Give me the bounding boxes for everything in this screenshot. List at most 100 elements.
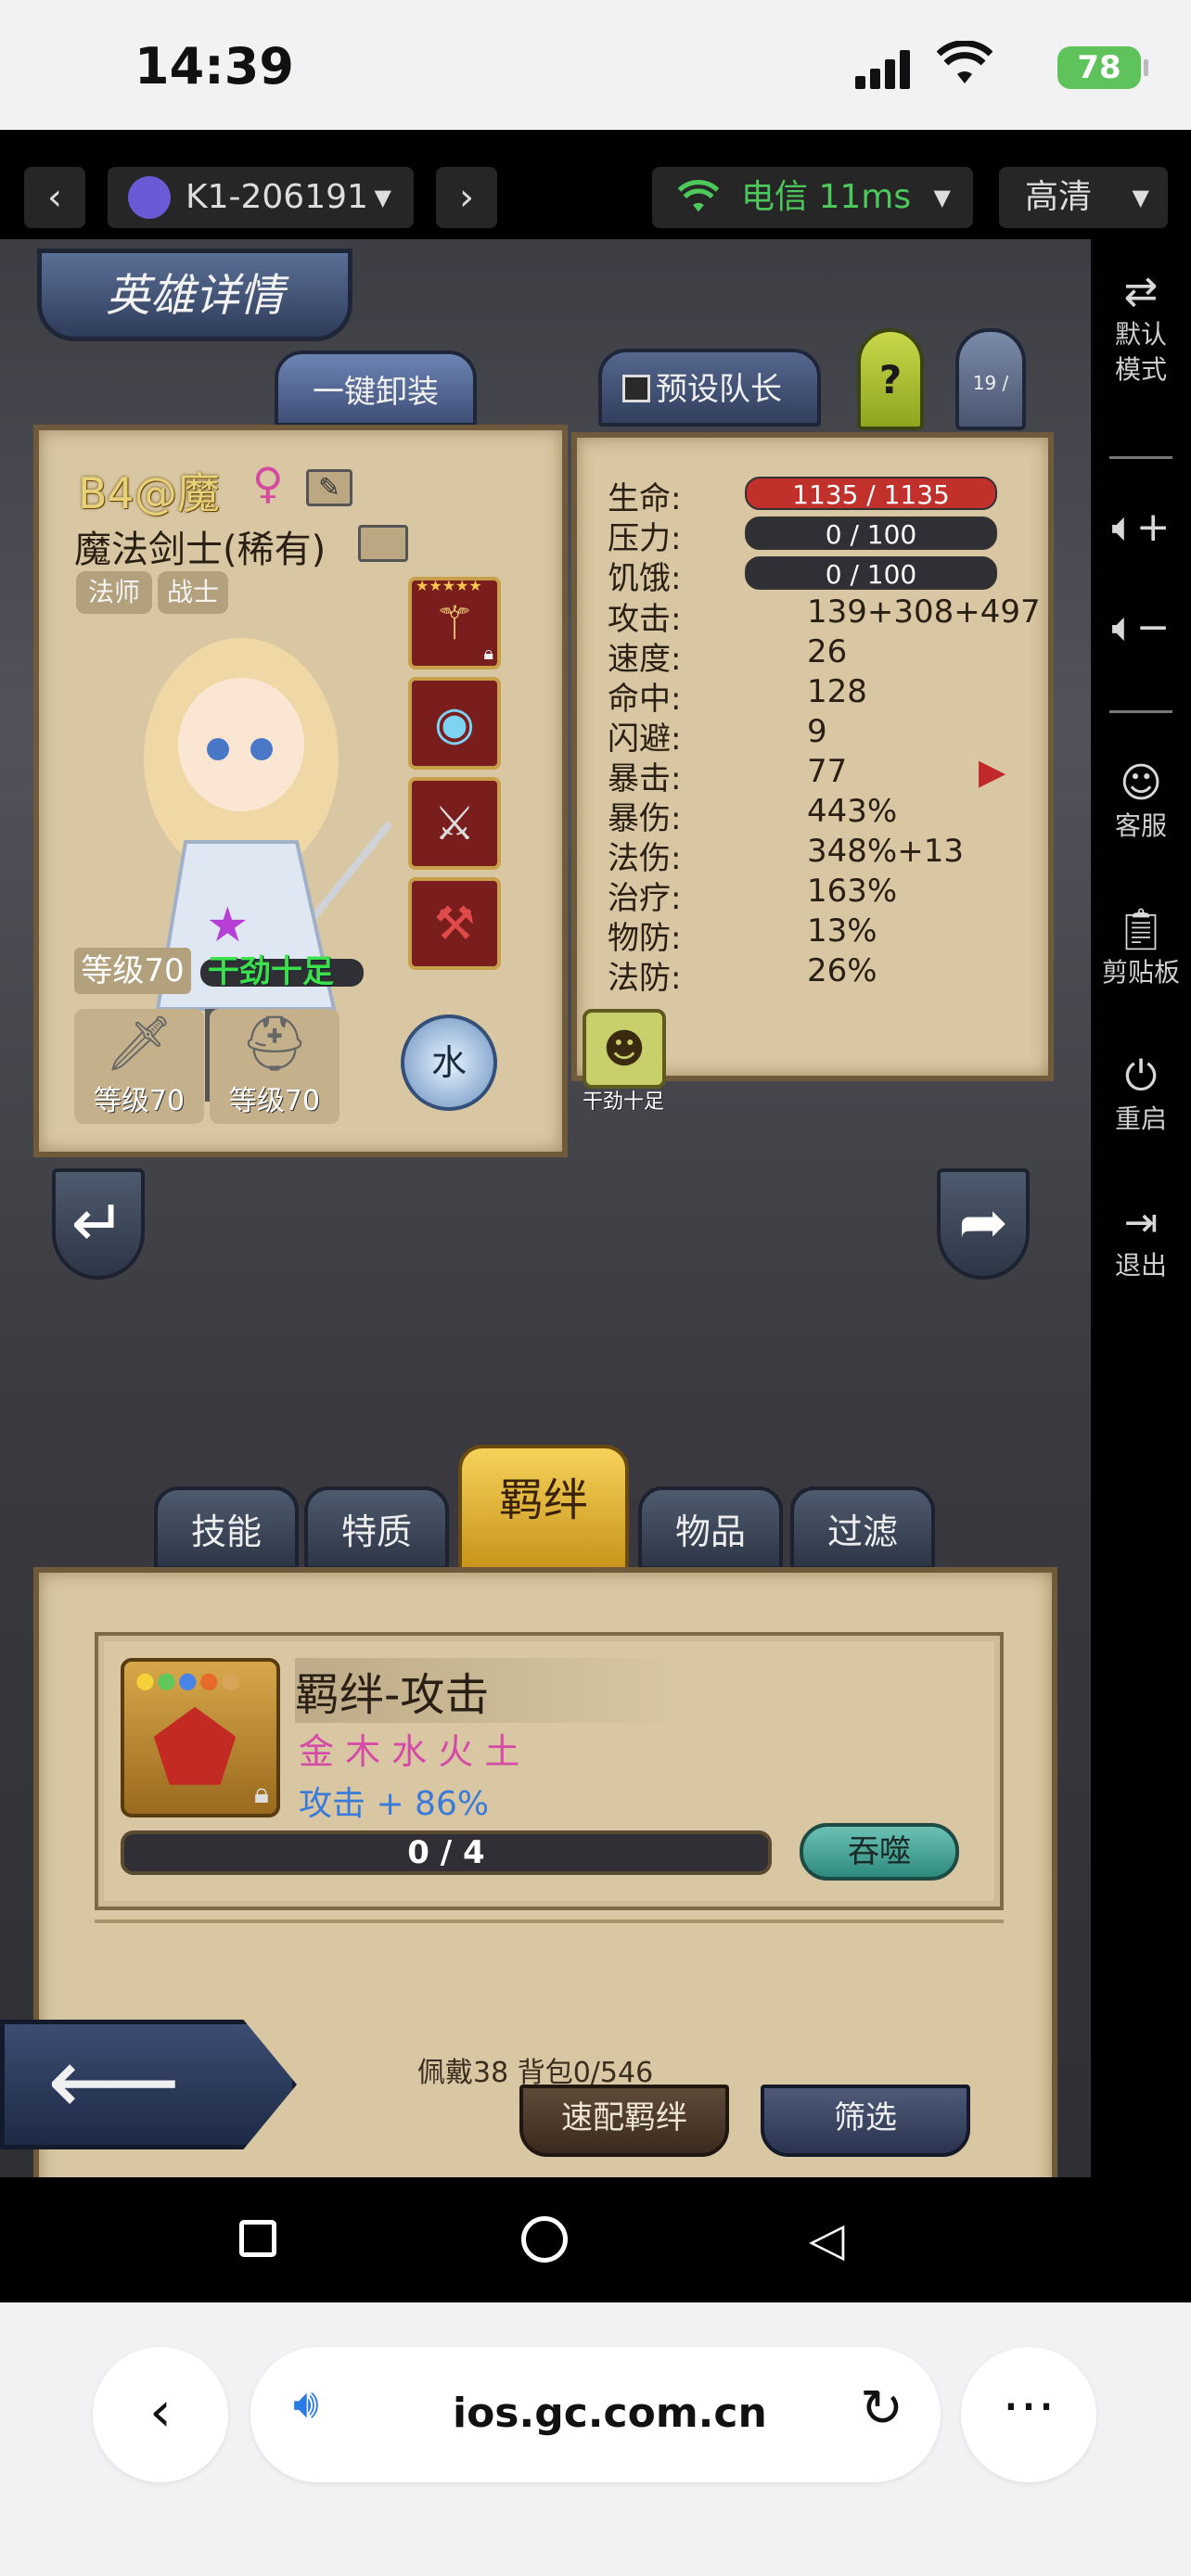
helmet-icon: ⛑︎ [240,1012,309,1075]
stat-label: 法防: [608,960,682,997]
android-nav-bar: ◁ [0,2177,1191,2302]
bond-gem-slot[interactable]: ●●●●● ⬟ 🔒︎ [121,1658,280,1817]
clock: 14:39 [134,37,294,96]
remote-sidebar: ⇄ 默认 模式 🔈︎+ 🔈︎− ☺ 客服 📋︎ 剪贴板 ⏻ 重启 ⇥ 退出 [1091,239,1191,2177]
network-selector[interactable]: 电信 11ms ▼ [652,167,973,228]
clipboard-label: 剪贴板 [1101,957,1180,988]
battery-icon: 78 [1057,46,1148,89]
tab-traits[interactable]: 特质 [304,1486,449,1570]
next-hero-button[interactable]: ➦ [937,1168,1030,1280]
default-mode-button[interactable]: ⇄ 默认 模式 [1091,267,1191,388]
stat-label: 物防: [608,920,682,957]
equip-slot-axe[interactable]: ⚒ [408,877,501,970]
quick-bond-button[interactable]: 速配羁绊 [519,2085,729,2157]
browser-back-button[interactable]: ‹ [93,2347,228,2482]
stars: ★★★★★ [416,577,482,594]
chevron-down-icon: ▼ [374,185,391,210]
equip-slot-blade[interactable]: ⚔ [408,777,501,870]
life-bar: 1135 / 1135 [745,477,997,510]
stat-label-stress: 压力: [608,520,682,557]
stat-value: 13% [807,912,877,950]
rename-button[interactable]: ✎ [306,469,352,506]
weapon-gear-slot[interactable]: 🗡︎ 等级70 [74,1009,204,1124]
address-bar[interactable]: 🔊︎ ios.gc.com.cn ↻ [250,2347,941,2482]
stat-value: 9 [807,713,827,750]
armor-gear-slot[interactable]: ⛑︎ 等级70 [210,1009,339,1124]
stat-value: 26% [807,952,877,989]
clipboard-button[interactable]: 📋︎ 剪贴板 [1091,905,1191,990]
equip-slot-orb[interactable]: ◉ [408,677,501,770]
volume-up-button[interactable]: 🔈︎+ [1091,503,1191,553]
exit-label: 退出 [1114,1250,1167,1281]
bond-title: 羁绊-攻击 [295,1658,685,1723]
quality-selector[interactable]: 高清 ▼ [999,167,1168,228]
home-button[interactable] [521,2216,568,2263]
next-device-button[interactable]: › [436,167,497,228]
devour-button[interactable]: 吞噬 [800,1823,959,1881]
prev-device-button[interactable]: ‹ [24,167,85,228]
divider [1109,710,1172,713]
unequip-all-button[interactable]: 一键卸装 [275,351,477,427]
default-mode-label-1: 默认 [1114,319,1167,350]
prev-hero-button[interactable]: ↵ [52,1168,145,1280]
ruby-icon: ⬟ [152,1691,238,1805]
stat-label-life: 生命: [608,480,682,517]
female-icon: ♀ [252,458,284,508]
stat-value: 77 [807,753,848,790]
help-button[interactable]: ? [857,328,924,430]
tab-filter[interactable]: 过滤 [790,1486,935,1570]
wifi-icon [936,40,993,98]
recent-apps-button[interactable] [239,2220,276,2257]
hunger-bar: 0 / 100 [745,556,997,590]
tab-skills[interactable]: 技能 [154,1486,299,1570]
equip-slot-weapon[interactable]: ★★★★★ ⚚ 🔒︎ [408,577,501,670]
filter-button[interactable]: 筛选 [761,2085,970,2157]
default-mode-label-2: 模式 [1114,354,1167,385]
customer-service-button[interactable]: ☺ 客服 [1091,759,1191,844]
element-dots: ●●●●● [135,1667,242,1693]
class-info-icon[interactable] [358,525,408,562]
preset-leader-label: 预设队长 [656,371,782,408]
orb-icon: ◉ [434,696,475,750]
preset-leader-toggle[interactable]: 预设队长 [598,349,821,427]
element-badge[interactable]: 水 [401,1014,497,1111]
status-bar: 14:39 78 [0,0,1191,130]
divider [1109,456,1172,459]
tab-bonds[interactable]: 羁绊 [458,1445,629,1571]
device-id: K1-206191 [186,178,368,216]
clipboard-icon: 📋︎ [1115,906,1167,953]
stat-label: 命中: [608,681,682,718]
stat-label: 法伤: [608,840,682,877]
android-icon [128,176,171,219]
more-button[interactable]: ··· [961,2347,1096,2482]
page-counter: 19 / 39 [955,328,1026,496]
volume-down-button[interactable]: 🔈︎− [1091,603,1191,653]
buff-slot[interactable]: ☻ [583,1009,666,1089]
chevron-down-icon: ▼ [1132,185,1149,210]
stress-bar: 0 / 100 [745,516,997,550]
back-button[interactable]: ⟵ [0,2020,297,2149]
stat-label: 攻击: [608,601,682,638]
bond-progress-bar: 0 / 4 [121,1830,772,1875]
exit-button[interactable]: ⇥ 退出 [1091,1198,1191,1283]
reload-icon[interactable]: ↻ [860,2378,903,2439]
wifi-icon [677,167,720,235]
speaker-icon: 🔊︎ [293,2380,319,2428]
expand-arrow-icon[interactable]: ▶ [979,751,1005,792]
stat-label: 暴伤: [608,800,682,837]
volume-up-icon: 🔈︎+ [1111,504,1171,551]
restart-button[interactable]: ⏻ 重启 [1091,1052,1191,1137]
weapon-level: 等级70 [93,1085,186,1117]
device-selector[interactable]: K1-206191 ▼ [108,167,414,228]
back-nav-button[interactable]: ◁ [809,2213,844,2266]
bond-progress-text: 0 / 4 [407,1834,485,1871]
title-banner: 英雄详情 [37,249,352,341]
browser-toolbar: ‹ 🔊︎ ios.gc.com.cn ↻ ··· [0,2302,1191,2576]
network-latency: 电信 11ms [741,178,912,216]
checkbox[interactable] [622,375,650,402]
stat-value: 348%+13 [807,833,964,870]
tab-items[interactable]: 物品 [638,1486,783,1570]
game-screen: 英雄详情 一键卸装 预设队长 ? 19 / 39 B4@魔 ♀ ✎ 魔法剑士(稀… [0,239,1091,2177]
divider [95,1919,1004,1923]
face-icon: ☻ [603,1026,646,1073]
